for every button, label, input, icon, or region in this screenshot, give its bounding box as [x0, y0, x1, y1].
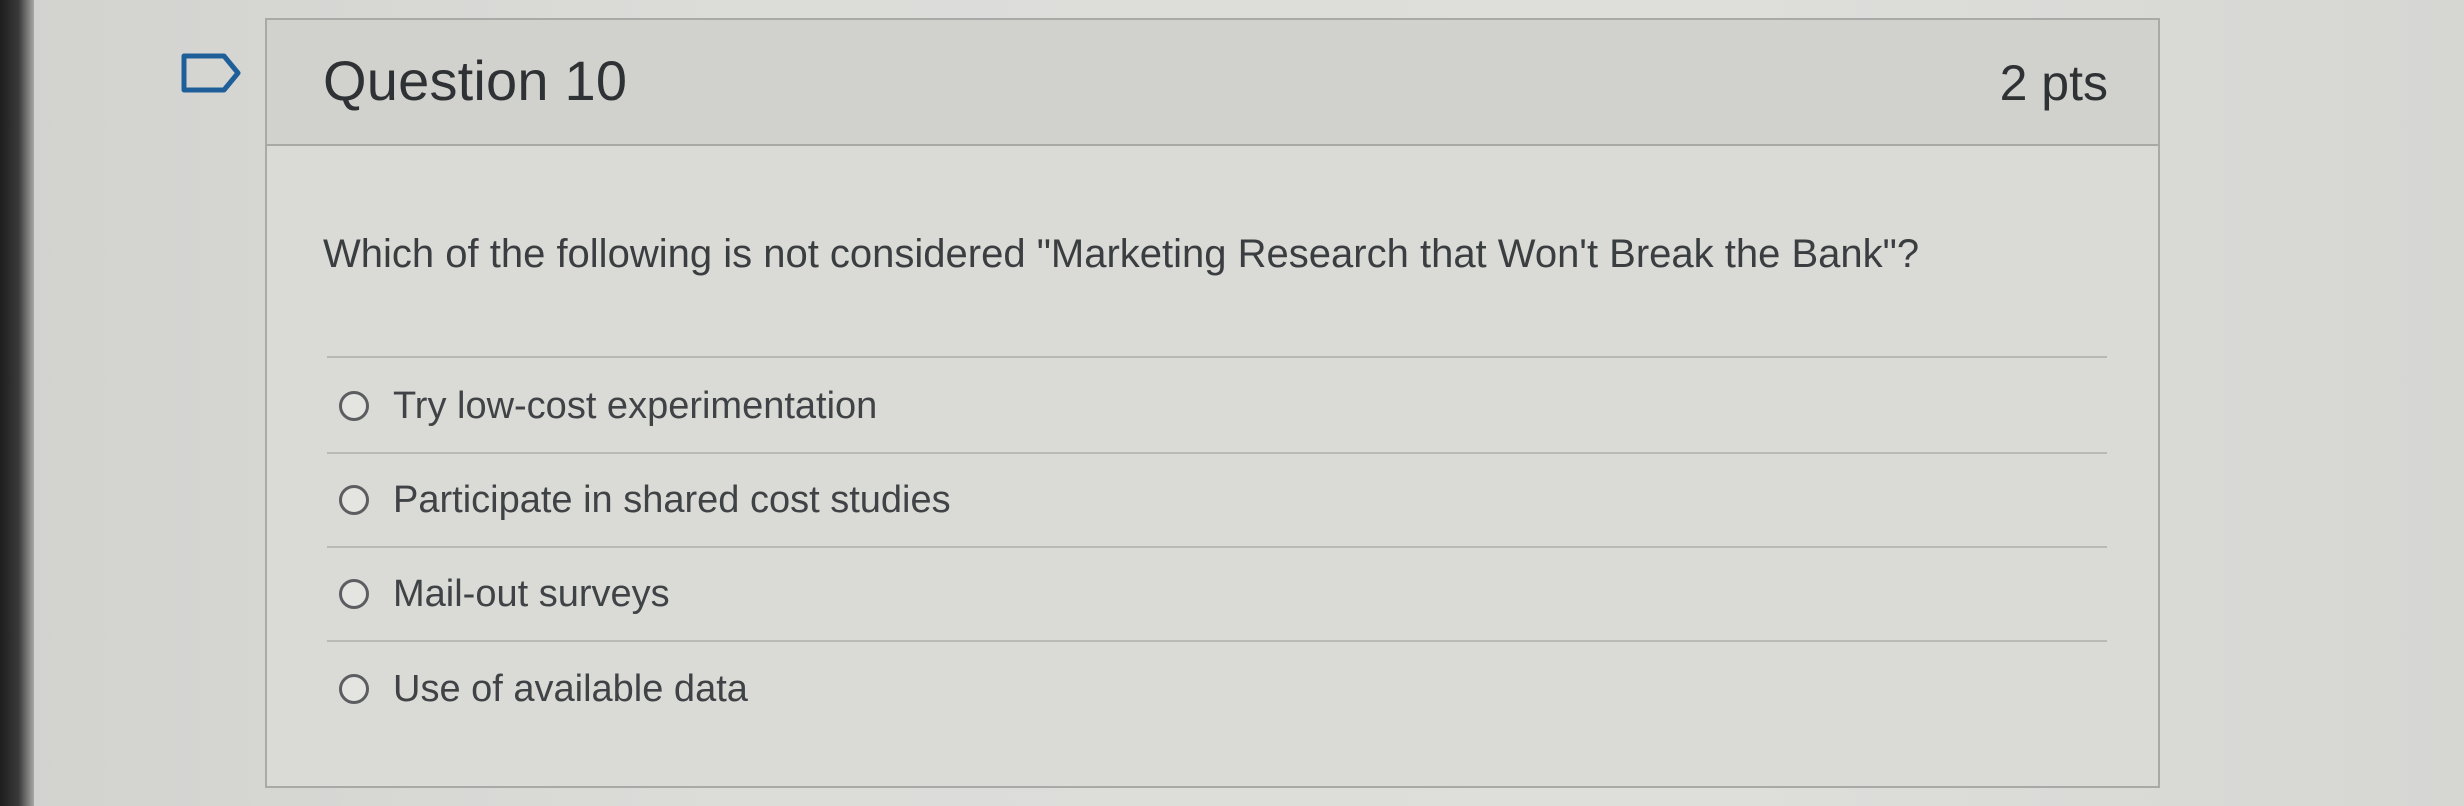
- question-points: 2 pts: [1999, 55, 2108, 111]
- flag-bookmark-icon[interactable]: [180, 52, 244, 94]
- answer-label[interactable]: Try low-cost experimentation: [393, 385, 877, 428]
- screen-bezel: [0, 0, 34, 806]
- radio-unchecked-icon[interactable]: [339, 391, 369, 421]
- question-title: Question 10: [323, 49, 628, 112]
- question-header: Question 10 2 pts: [267, 20, 2158, 146]
- prompt-divider: [327, 356, 2107, 358]
- question-prompt: Which of the following is not considered…: [323, 232, 1920, 276]
- answer-option[interactable]: Try low-cost experimentation: [327, 360, 2107, 454]
- question-card: Question 10 2 pts Which of the following…: [265, 18, 2160, 788]
- answer-option[interactable]: Participate in shared cost studies: [327, 454, 2107, 548]
- answer-label[interactable]: Participate in shared cost studies: [393, 479, 951, 522]
- answer-label[interactable]: Mail-out surveys: [393, 573, 670, 616]
- answer-list: Try low-cost experimentation Participate…: [327, 360, 2107, 736]
- answer-option[interactable]: Mail-out surveys: [327, 548, 2107, 642]
- answer-label[interactable]: Use of available data: [393, 668, 748, 711]
- answer-option[interactable]: Use of available data: [327, 642, 2107, 736]
- radio-unchecked-icon[interactable]: [339, 579, 369, 609]
- radio-unchecked-icon[interactable]: [339, 485, 369, 515]
- radio-unchecked-icon[interactable]: [339, 674, 369, 704]
- quiz-page: Question 10 2 pts Which of the following…: [0, 0, 2464, 806]
